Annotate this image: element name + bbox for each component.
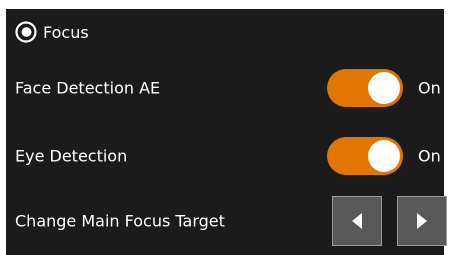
focus-settings-panel: Focus Face Detection AE On Eye Detection… — [6, 9, 447, 255]
arrow-left-icon — [350, 212, 364, 230]
face-detection-ae-state: On — [418, 78, 441, 98]
eye-detection-toggle[interactable] — [327, 137, 403, 175]
face-detection-ae-label: Face Detection AE — [15, 78, 161, 98]
focus-ring-icon — [15, 21, 37, 43]
section-title: Focus — [43, 22, 89, 42]
face-detection-ae-toggle[interactable] — [327, 69, 403, 107]
eye-detection-row: Eye Detection On — [15, 136, 441, 176]
eye-detection-label: Eye Detection — [15, 146, 128, 166]
toggle-knob — [368, 72, 400, 104]
toggle-knob — [368, 140, 400, 172]
change-main-focus-target-label: Change Main Focus Target — [15, 211, 225, 231]
arrow-right-icon — [415, 212, 429, 230]
face-detection-ae-row: Face Detection AE On — [15, 68, 441, 108]
change-main-focus-target-row: Change Main Focus Target — [15, 196, 447, 246]
focus-target-previous-button[interactable] — [332, 196, 382, 246]
section-header: Focus — [15, 21, 89, 43]
eye-detection-state: On — [418, 146, 441, 166]
focus-target-next-button[interactable] — [397, 196, 447, 246]
